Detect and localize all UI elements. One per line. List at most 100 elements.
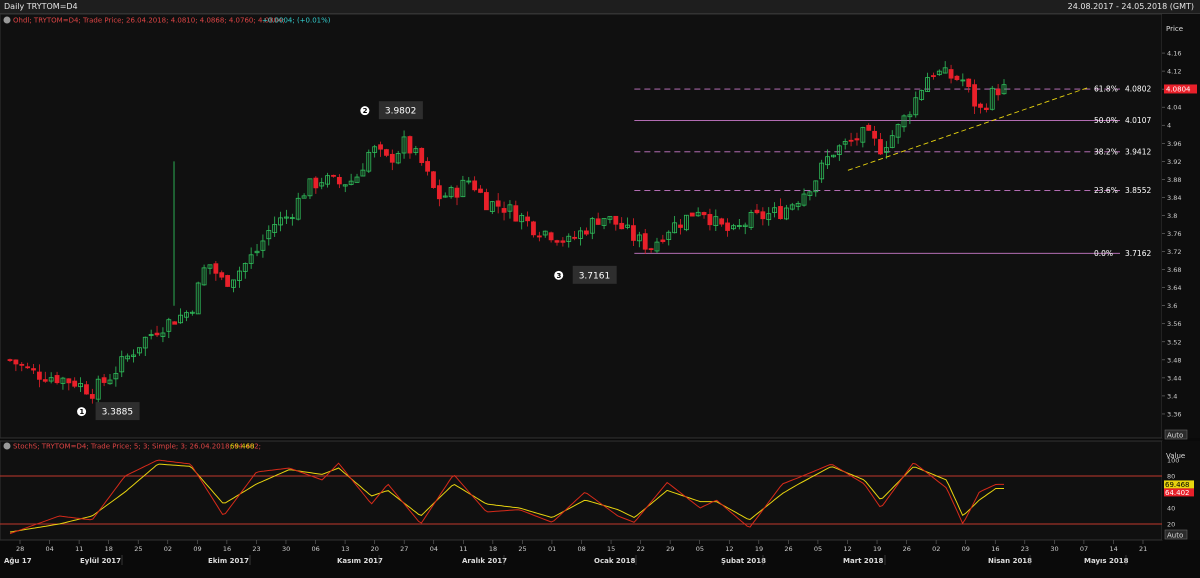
month-label: Aralık 2017 — [462, 557, 507, 565]
candle-body — [560, 240, 566, 243]
candle-body — [854, 138, 860, 141]
time-tick-label: 20 — [371, 545, 379, 553]
price-tick-label: 3.88 — [1167, 176, 1181, 184]
stoch-panel-bg — [0, 440, 1163, 541]
time-tick-label: 01 — [548, 545, 556, 553]
price-tick-label: 4 — [1167, 122, 1171, 130]
time-tick-label: 15 — [607, 545, 615, 553]
stoch-settings-icon[interactable] — [3, 442, 11, 450]
time-tick-label: 26 — [903, 545, 911, 553]
candle-body — [531, 221, 536, 236]
price-tick-label: 3.92 — [1167, 158, 1181, 166]
candle-body — [660, 239, 666, 242]
candle-body — [66, 378, 72, 384]
candle-body — [678, 224, 683, 228]
fib-value: 4.0802 — [1125, 85, 1151, 94]
price-tick-label: 3.36 — [1167, 410, 1181, 418]
time-tick-label: 16 — [991, 545, 999, 553]
month-label: Ağu 17 — [4, 557, 32, 565]
candle-body — [384, 149, 389, 156]
price-tick-label: 4.12 — [1167, 68, 1181, 76]
candle-body — [778, 206, 783, 220]
time-tick-label: 18 — [105, 545, 113, 553]
time-tick-label: 02 — [164, 545, 172, 553]
candle-body — [948, 69, 954, 79]
candle-body — [642, 233, 648, 250]
time-axis: 28 04 11 18 25 02 09 16 23 30 06 13 20 27 04 11 18 25 01 08… — [4, 540, 1147, 565]
candle-body — [31, 368, 36, 371]
price-axis-title: Price — [1166, 25, 1183, 33]
month-label: Kasım 2017 — [337, 557, 383, 565]
fib-percent: 50.0% — [1094, 116, 1118, 125]
stoch-legend-last: 69.468 — [230, 443, 255, 451]
legend-settings-icon[interactable] — [3, 16, 11, 24]
candle-body — [84, 384, 89, 395]
candle-body — [154, 332, 160, 336]
time-tick-label: 04 — [430, 545, 438, 553]
candle-body — [689, 212, 695, 217]
time-tick-label: 07 — [1080, 545, 1088, 553]
time-tick-label: 23 — [252, 545, 260, 553]
stoch-d-label: 64.402 — [1165, 489, 1190, 497]
price-tick-label: 3.68 — [1167, 266, 1181, 274]
price-tick-label: 3.84 — [1167, 194, 1181, 202]
price-tick-label: 3.56 — [1167, 320, 1181, 328]
candle-body — [378, 144, 383, 150]
time-tick-label: 23 — [1021, 545, 1029, 553]
candle-body — [72, 380, 78, 387]
time-tick-label: 14 — [1109, 545, 1117, 553]
candle-body — [848, 139, 854, 142]
candle-body — [19, 363, 25, 366]
stoch-legend: StochS; TRYTOM=D4; Trade Price; 5; 3; Si… — [3, 442, 261, 451]
candle-body — [648, 248, 654, 251]
time-tick-label: 04 — [46, 545, 54, 553]
candle-body — [436, 185, 442, 200]
candle-body — [584, 230, 589, 235]
candle-body — [478, 188, 483, 193]
time-tick-label: 21 — [1139, 545, 1147, 553]
fib-value: 3.9412 — [1125, 147, 1151, 156]
annotation-label: 3.3885 — [102, 408, 134, 418]
candle-body — [331, 174, 336, 177]
candle-body — [172, 321, 178, 325]
candle-body — [13, 359, 19, 365]
candle-body — [972, 84, 977, 107]
candle-body — [25, 366, 31, 369]
main-legend-change: +0.0004; (+0.01%) — [262, 17, 331, 25]
month-label: Ekim 2017 — [208, 557, 249, 565]
time-tick-label: 29 — [666, 545, 674, 553]
time-tick-label: 19 — [873, 545, 881, 553]
candle-body — [37, 371, 42, 380]
time-tick-label: 28 — [16, 545, 24, 553]
fib-percent: 23.6% — [1094, 186, 1118, 195]
time-tick-label: 25 — [134, 545, 142, 553]
month-label: Mayıs 2018 — [1084, 557, 1129, 565]
price-tick-label: 3.8 — [1167, 212, 1177, 220]
candle-body — [513, 205, 519, 222]
candle-body — [966, 78, 972, 87]
time-tick-label: 26 — [784, 545, 792, 553]
annotation-number: 1 — [79, 408, 84, 416]
candle-body — [631, 225, 636, 241]
time-tick-label: 12 — [843, 545, 851, 553]
price-tick-label: 4.04 — [1167, 104, 1181, 112]
candle-body — [313, 177, 319, 189]
fib-value: 4.0107 — [1125, 116, 1151, 125]
candle-body — [213, 263, 219, 274]
time-tick-label: 16 — [223, 545, 231, 553]
candle-body — [89, 394, 95, 399]
time-tick-label: 05 — [814, 545, 822, 553]
time-tick-label: 18 — [489, 545, 497, 553]
price-chart[interactable]: 61.8% 4.0802 50.0% 4.0107 38.2% 3.9412 23.6% 3.… — [0, 0, 1200, 578]
candle-body — [54, 375, 60, 384]
time-tick-label: 09 — [962, 545, 970, 553]
candle-body — [707, 214, 713, 226]
fib-percent: 38.2% — [1094, 147, 1118, 156]
candle-body — [754, 209, 760, 214]
time-tick-label: 12 — [725, 545, 733, 553]
time-tick-label: 22 — [637, 545, 645, 553]
stoch-auto-label: Auto — [1167, 532, 1183, 540]
time-tick-label: 25 — [518, 545, 526, 553]
month-label: Ocak 2018 — [594, 557, 636, 565]
candle-body — [613, 215, 619, 225]
